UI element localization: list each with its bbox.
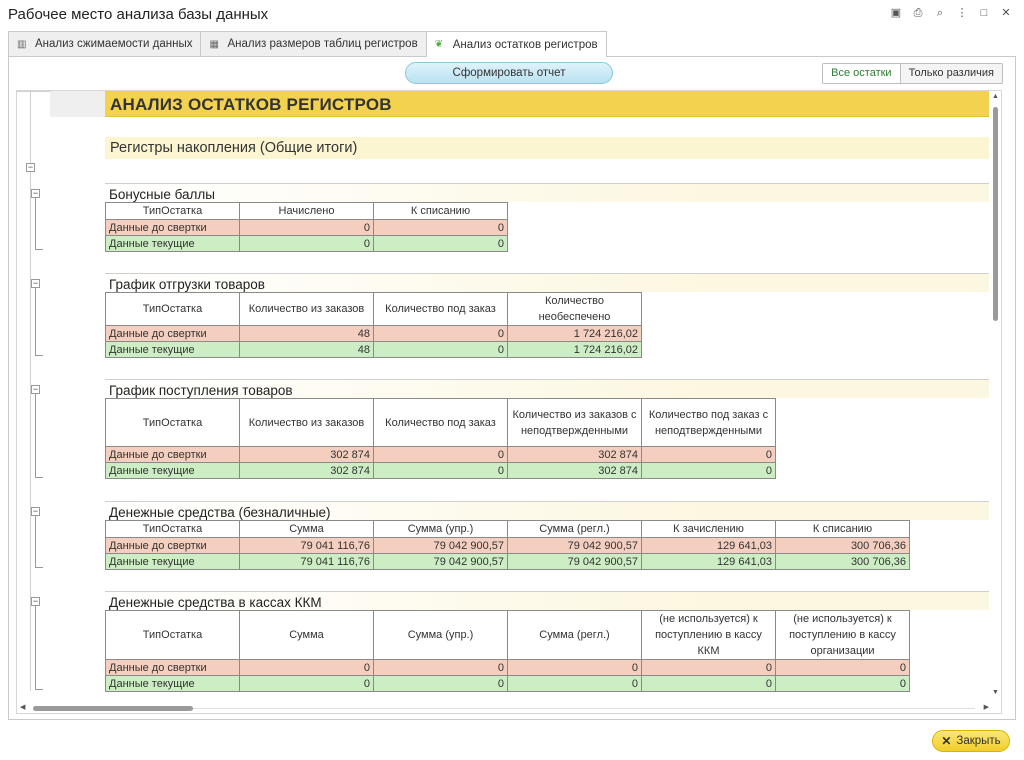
table-row: Данные текущие 302 874 0 302 874 0	[105, 462, 776, 479]
table-row: Данные текущие 48 0 1 724 216,02	[105, 341, 642, 358]
close-label: Закрыть	[956, 735, 1001, 747]
report-area[interactable]: − − − − − − АНАЛИЗ ОСТАТКОВ РЕГИСТРОВ Ре…	[16, 90, 1002, 714]
column-header: К списанию	[373, 202, 508, 220]
collapse-group-icon[interactable]: −	[26, 163, 35, 172]
leaf-icon: ❦	[434, 39, 444, 50]
preview-icon[interactable]: ⌕	[934, 7, 946, 19]
table-row: Данные текущие 0 0	[105, 235, 508, 252]
tab-label: Анализ размеров таблиц регистров	[227, 38, 418, 50]
horizontal-scrollbar[interactable]: ◀ ▶	[17, 703, 1001, 713]
table-row: Данные до свертки 0 0	[105, 219, 508, 236]
collapse-group-icon[interactable]: −	[31, 597, 40, 606]
column-header: Сумма (регл.)	[507, 610, 642, 660]
generate-report-button[interactable]: Сформировать отчет	[405, 62, 613, 84]
scroll-thumb[interactable]	[33, 706, 193, 711]
column-header: ТипОстатка	[105, 292, 240, 326]
scroll-up-icon[interactable]: ▲	[992, 93, 999, 100]
window-title: Рабочее место анализа базы данных	[8, 6, 269, 23]
scroll-left-icon[interactable]: ◀	[20, 703, 25, 711]
tab-compression[interactable]: ▥ Анализ сжимаемости данных	[8, 31, 202, 56]
report-subtitle: Регистры накопления (Общие итоги)	[105, 137, 991, 159]
balance-table: ТипОстатка Начислено К списанию Данные д…	[105, 202, 508, 252]
table-row: Данные до свертки 48 0 1 724 216,02	[105, 325, 642, 342]
maximize-icon[interactable]: □	[978, 7, 990, 19]
balance-table: ТипОстатка Сумма Сумма (упр.) Сумма (рег…	[105, 610, 910, 692]
column-header: (не используется) к поступлению в кассу …	[641, 610, 776, 660]
vertical-scrollbar[interactable]: ▲ ▼	[989, 91, 1001, 713]
tab-table-sizes[interactable]: ▦ Анализ размеров таблиц регистров	[200, 31, 427, 56]
table-icon: ▦	[209, 38, 219, 50]
column-header: К зачислению	[641, 520, 776, 538]
column-header: Сумма (упр.)	[373, 610, 508, 660]
section-title: График поступления товаров	[105, 379, 991, 398]
column-header: ТипОстатка	[105, 520, 240, 538]
column-header: Количество под заказ	[373, 398, 508, 447]
balance-table: ТипОстатка Сумма Сумма (упр.) Сумма (рег…	[105, 520, 910, 570]
tab-label: Анализ остатков регистров	[452, 38, 598, 51]
close-window-icon[interactable]: ✕	[1000, 7, 1012, 19]
balance-table: ТипОстатка Количество из заказов Количес…	[105, 292, 642, 358]
column-header: Количество под заказ с неподтвержденными	[641, 398, 776, 447]
balance-table: ТипОстатка Количество из заказов Количес…	[105, 398, 776, 479]
only-differences-button[interactable]: Только различия	[900, 64, 1002, 83]
table-row: Данные до свертки 302 874 0 302 874 0	[105, 446, 776, 463]
column-header: Количество из заказов с неподтвержденным…	[507, 398, 642, 447]
column-header: Сумма	[239, 610, 374, 660]
section-title: График отгрузки товаров	[105, 273, 991, 292]
collapse-group-icon[interactable]: −	[31, 189, 40, 198]
balance-mode-switch: Все остатки Только различия	[822, 63, 1003, 84]
column-header: Количество из заказов	[239, 292, 374, 326]
tab-panel: Сформировать отчет Все остатки Только ра…	[8, 56, 1016, 720]
tab-bar: ▥ Анализ сжимаемости данных ▦ Анализ раз…	[8, 31, 607, 57]
column-header: Сумма (упр.)	[373, 520, 508, 538]
main-window: Рабочее место анализа базы данных ▣ ⎙ ⌕ …	[0, 0, 1024, 760]
report-title: АНАЛИЗ ОСТАТКОВ РЕГИСТРОВ	[105, 91, 991, 117]
column-header: Начислено	[239, 202, 374, 220]
collapse-group-icon[interactable]: −	[31, 279, 40, 288]
title-bar: Рабочее место анализа базы данных ▣ ⎙ ⌕ …	[0, 0, 1024, 28]
chart-icon: ▥	[17, 38, 27, 50]
table-row: Данные текущие 0 0 0 0 0	[105, 675, 910, 692]
column-header: Количество из заказов	[239, 398, 374, 447]
column-header: Сумма (регл.)	[507, 520, 642, 538]
column-header: Количество под заказ	[373, 292, 508, 326]
section-title: Денежные средства (безналичные)	[105, 501, 991, 520]
more-icon[interactable]: ⋮	[956, 7, 968, 19]
close-icon: ✕	[941, 734, 952, 748]
column-header: Количество необеспечено	[507, 292, 642, 326]
collapse-group-icon[interactable]: −	[31, 507, 40, 516]
column-header: ТипОстатка	[105, 398, 240, 447]
print-icon[interactable]: ⎙	[912, 7, 924, 19]
section-title: Денежные средства в кассах ККМ	[105, 591, 991, 610]
tab-label: Анализ сжимаемости данных	[35, 38, 193, 50]
collapse-group-icon[interactable]: −	[31, 385, 40, 394]
column-header: Сумма	[239, 520, 374, 538]
grouping-gutter: − − − − − −	[17, 91, 59, 713]
table-row: Данные текущие 79 041 116,76 79 042 900,…	[105, 553, 910, 570]
column-header: ТипОстатка	[105, 202, 240, 220]
column-header: ТипОстатка	[105, 610, 240, 660]
column-header: (не используется) к поступлению в кассу …	[775, 610, 910, 660]
tab-register-balances[interactable]: ❦ Анализ остатков регистров	[425, 31, 607, 57]
all-balances-button[interactable]: Все остатки	[823, 64, 901, 83]
close-button[interactable]: ✕ Закрыть	[932, 730, 1010, 752]
scroll-thumb[interactable]	[993, 107, 998, 321]
scroll-right-icon[interactable]: ▶	[984, 703, 989, 711]
section-title: Бонусные баллы	[105, 183, 991, 202]
save-icon[interactable]: ▣	[890, 7, 902, 19]
scroll-down-icon[interactable]: ▼	[992, 689, 999, 696]
column-header: К списанию	[775, 520, 910, 538]
table-row: Данные до свертки 0 0 0 0 0	[105, 659, 910, 676]
table-row: Данные до свертки 79 041 116,76 79 042 9…	[105, 537, 910, 554]
